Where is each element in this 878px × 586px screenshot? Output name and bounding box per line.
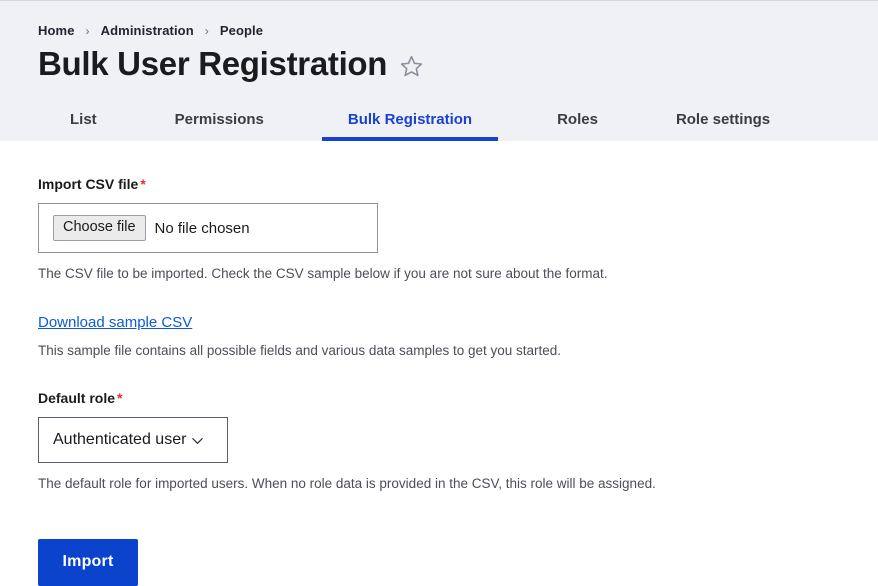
tab-label: List <box>70 111 97 128</box>
tab-permissions[interactable]: Permissions <box>175 111 264 141</box>
csv-field-label: Import CSV file * <box>38 176 878 192</box>
breadcrumb-separator: › <box>85 23 90 38</box>
form-item-sample: Download sample CSV This sample file con… <box>38 283 878 360</box>
sample-description: This sample file contains all possible f… <box>38 343 562 359</box>
choose-file-button[interactable]: Choose file <box>53 214 146 242</box>
chevron-down-icon <box>190 433 205 448</box>
breadcrumb-item-people[interactable]: People <box>220 23 263 38</box>
tab-label: Roles <box>557 111 598 128</box>
breadcrumb-item-home[interactable]: Home <box>38 23 75 38</box>
download-sample-csv-link[interactable]: Download sample CSV <box>38 314 192 331</box>
default-role-label-text: Default role <box>38 390 116 407</box>
tab-active-underline <box>321 137 499 141</box>
file-status-text: No file chosen <box>154 219 250 237</box>
form-content: Import CSV file * Choose file No file cho… <box>0 141 878 586</box>
tab-label: Role settings <box>675 111 771 128</box>
csv-label-text: Import CSV file <box>38 176 139 192</box>
tab-label: Bulk Registration <box>347 111 473 128</box>
star-outline-icon[interactable] <box>399 54 424 79</box>
form-item-default-role: Default role * Authenticated user The def… <box>38 390 878 493</box>
default-role-label: Default role * <box>38 390 878 406</box>
page-root: Home › Administration › People Bulk User… <box>0 0 878 586</box>
tab-roles[interactable]: Roles <box>557 111 598 141</box>
tab-bulk-registration[interactable]: Bulk Registration <box>321 111 499 141</box>
page-header: Home › Administration › People Bulk User… <box>0 0 878 141</box>
default-role-description: The default role for imported users. Whe… <box>38 476 656 492</box>
default-role-selected-value: Authenticated user <box>53 431 187 449</box>
breadcrumb-item-administration[interactable]: Administration <box>101 23 194 38</box>
page-title: Bulk User Registration <box>38 45 388 82</box>
tab-bar: List Permissions Bulk Registration Roles… <box>0 97 878 141</box>
breadcrumb: Home › Administration › People <box>0 1 878 38</box>
tab-list[interactable]: List <box>70 111 97 141</box>
title-row: Bulk User Registration <box>0 38 878 83</box>
default-role-select[interactable]: Authenticated user <box>38 417 228 464</box>
csv-file-input[interactable]: Choose file No file chosen <box>38 203 378 253</box>
tab-role-settings[interactable]: Role settings <box>676 111 770 141</box>
breadcrumb-separator: › <box>204 23 209 38</box>
form-item-csv: Import CSV file * Choose file No file cho… <box>38 141 878 283</box>
csv-field-description: The CSV file to be imported. Check the C… <box>38 266 608 281</box>
required-marker: * <box>117 390 123 407</box>
required-marker: * <box>140 176 146 192</box>
import-button[interactable]: Import <box>38 538 138 586</box>
tab-label: Permissions <box>174 111 264 128</box>
